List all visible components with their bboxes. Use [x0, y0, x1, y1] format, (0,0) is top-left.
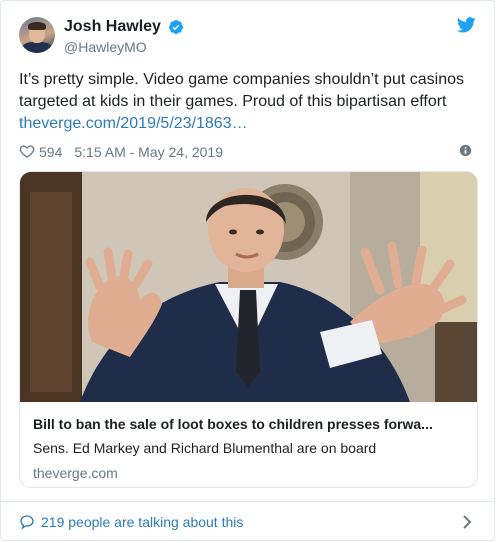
- info-icon[interactable]: [459, 144, 472, 157]
- avatar-suit-shape: [22, 42, 52, 53]
- tweet-timestamp[interactable]: 5:15 AM - May 24, 2019: [74, 142, 223, 162]
- tweet-text: It’s pretty simple. Video game companies…: [19, 69, 479, 135]
- embedded-tweet: Josh Hawley @HawleyMO It’s pretty simple…: [0, 0, 495, 541]
- avatar[interactable]: [19, 17, 55, 53]
- card-description: Sens. Ed Markey and Richard Blumenthal a…: [33, 440, 377, 456]
- verified-badge-icon: [169, 20, 184, 34]
- card-body: Bill to ban the sale of loot boxes to ch…: [33, 404, 464, 483]
- card-photo-illustration: [20, 172, 477, 402]
- tweet-header: Josh Hawley @HawleyMO: [19, 15, 476, 59]
- author-names: Josh Hawley @HawleyMO: [64, 17, 184, 57]
- user-handle[interactable]: @HawleyMO: [64, 38, 184, 57]
- card-domain: theverge.com: [33, 465, 118, 481]
- card-image[interactable]: [20, 172, 477, 402]
- heart-icon[interactable]: [19, 143, 35, 159]
- avatar-hair-shape: [28, 22, 46, 30]
- tweet-body-text: It’s pretty simple. Video game companies…: [19, 71, 464, 110]
- like-count[interactable]: 594: [39, 142, 62, 162]
- conversation-footer[interactable]: 219 people are talking about this: [1, 501, 494, 543]
- speech-bubble-icon: [20, 515, 34, 530]
- link-card[interactable]: Bill to ban the sale of loot boxes to ch…: [19, 171, 478, 488]
- chevron-right-icon[interactable]: [462, 515, 472, 529]
- card-title[interactable]: Bill to ban the sale of loot boxes to ch…: [33, 414, 464, 434]
- talking-about-link[interactable]: 219 people are talking about this: [41, 513, 243, 531]
- tweet-meta: 594 5:15 AM - May 24, 2019: [19, 141, 476, 161]
- tweet-link[interactable]: theverge.com/2019/5/23/1863…: [19, 115, 248, 132]
- display-name[interactable]: Josh Hawley: [64, 17, 161, 37]
- twitter-bird-icon[interactable]: [457, 17, 476, 33]
